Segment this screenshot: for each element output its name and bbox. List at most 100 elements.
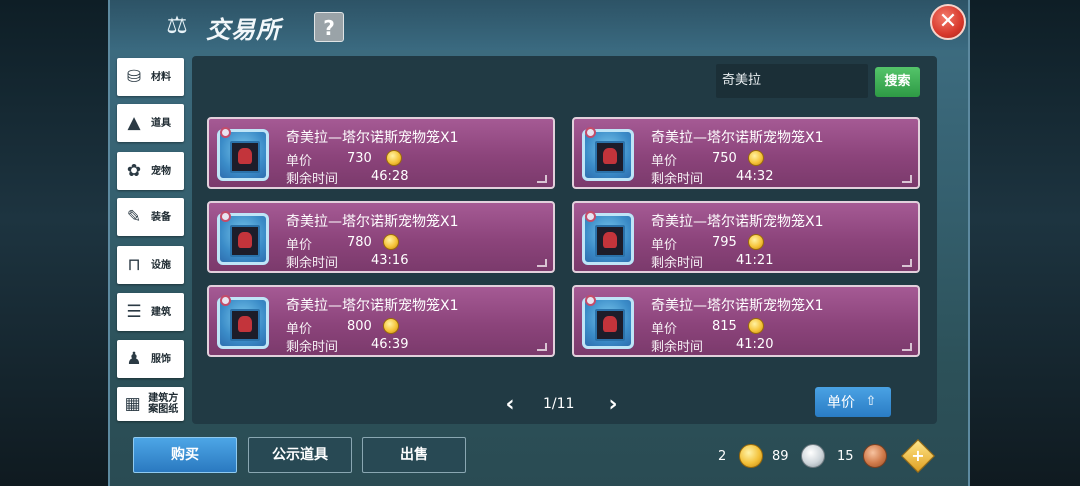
listing-time: 41:20 [736,337,774,352]
facility-icon: ⊓ [127,255,141,275]
category-pets[interactable]: ✿ 宠物 [117,152,184,190]
corner-icon [902,259,912,267]
category-buildings[interactable]: ☰ 建筑 [117,293,184,331]
price-label: 单价 [651,322,678,337]
gold-coin-icon [739,444,763,468]
listing-price: 780 [347,235,372,250]
prev-page-button[interactable]: ‹ [502,394,518,416]
badge-icon [220,211,231,222]
listing-name: 奇美拉—塔尔诺斯宠物笼X1 [651,214,824,230]
badge-icon [585,295,596,306]
search-button[interactable]: 搜索 [875,67,920,97]
silver-coin-icon [801,444,825,468]
corner-icon [902,175,912,183]
category-clothing[interactable]: ♟ 服饰 [117,340,184,378]
listing-time: 46:39 [371,337,409,352]
item-icon: ▲ [127,113,141,133]
bronze-count: 15 [837,449,854,464]
category-label: 设施 [151,259,171,271]
silver-count: 89 [772,449,789,464]
category-blueprints[interactable]: ▦ 建筑方案图纸 [117,387,184,421]
bronze-coin-icon [863,444,887,468]
listing-card[interactable]: 奇美拉—塔尔诺斯宠物笼X1 单价 800 剩余时间 46:39 [207,285,555,357]
page-title: 交易所 [206,16,281,44]
listing-card[interactable]: 奇美拉—塔尔诺斯宠物笼X1 单价 815 剩余时间 41:20 [572,285,920,357]
gold-count: 2 [718,449,727,464]
listing-price: 795 [712,235,737,250]
sort-label: 单价 [827,395,855,411]
listing-price: 730 [347,151,372,166]
listing-card[interactable]: 奇美拉—塔尔诺斯宠物笼X1 单价 795 剩余时间 41:21 [572,201,920,273]
blueprint-icon: ▦ [124,394,141,414]
listing-name: 奇美拉—塔尔诺斯宠物笼X1 [651,298,824,314]
page-indicator: 1/11 [543,396,575,412]
listing-time: 46:28 [371,169,409,184]
listing-price: 815 [712,319,737,334]
price-label: 单价 [286,322,313,337]
search-input[interactable]: 奇美拉 [716,64,868,98]
corner-icon [537,175,547,183]
gold-coin-icon [748,318,764,334]
category-materials[interactable]: ⛁ 材料 [117,58,184,96]
listing-time: 43:16 [371,253,409,268]
tab-sell[interactable]: 出售 [362,437,466,473]
listing-price: 800 [347,319,372,334]
sort-by-price-button[interactable]: 单价 ⇧ [815,387,891,417]
price-label: 单价 [286,154,313,169]
badge-icon [220,127,231,138]
listing-name: 奇美拉—塔尔诺斯宠物笼X1 [286,130,459,146]
listing-time: 44:32 [736,169,774,184]
time-label: 剩余时间 [651,340,704,355]
badge-icon [220,295,231,306]
badge-icon [585,211,596,222]
equipment-icon: ✎ [126,207,142,227]
listing-card[interactable]: 奇美拉—塔尔诺斯宠物笼X1 单价 780 剩余时间 43:16 [207,201,555,273]
tab-public-items[interactable]: 公示道具 [248,437,352,473]
scales-icon: ⚖ [166,11,188,39]
next-page-button[interactable]: › [605,394,621,416]
plus-icon: + [911,446,925,465]
price-label: 单价 [286,238,313,253]
category-label: 服饰 [151,353,171,365]
category-label: 材料 [151,71,171,83]
corner-icon [537,259,547,267]
gold-coin-icon [748,234,764,250]
help-button[interactable]: ? [314,12,344,42]
listing-price: 750 [712,151,737,166]
gold-coin-icon [383,234,399,250]
price-label: 单价 [651,238,678,253]
category-label: 装备 [151,211,171,223]
category-label: 道具 [151,117,171,129]
tab-buy[interactable]: 购买 [133,437,237,473]
clothing-icon: ♟ [126,349,142,369]
gold-coin-icon [383,318,399,334]
time-label: 剩余时间 [286,340,339,355]
category-items[interactable]: ▲ 道具 [117,104,184,142]
background-right [968,0,1080,486]
close-button[interactable]: ✕ [930,4,966,40]
time-label: 剩余时间 [651,256,704,271]
gold-coin-icon [748,150,764,166]
category-equipment[interactable]: ✎ 装备 [117,198,184,236]
time-label: 剩余时间 [286,172,339,187]
category-label: 建筑 [151,306,171,318]
price-label: 单价 [651,154,678,169]
listing-time: 41:21 [736,253,774,268]
corner-icon [902,343,912,351]
listing-card[interactable]: 奇美拉—塔尔诺斯宠物笼X1 单价 730 剩余时间 46:28 [207,117,555,189]
listing-name: 奇美拉—塔尔诺斯宠物笼X1 [286,214,459,230]
listing-card[interactable]: 奇美拉—塔尔诺斯宠物笼X1 单价 750 剩余时间 44:32 [572,117,920,189]
paw-icon: ✿ [126,161,142,181]
category-label: 宠物 [151,165,171,177]
gold-coin-icon [386,150,402,166]
building-icon: ☰ [126,302,142,322]
background-left [0,0,110,486]
time-label: 剩余时间 [286,256,339,271]
corner-icon [537,343,547,351]
listing-name: 奇美拉—塔尔诺斯宠物笼X1 [651,130,824,146]
listing-name: 奇美拉—塔尔诺斯宠物笼X1 [286,298,459,314]
sort-arrow-icon: ⇧ [865,394,877,409]
badge-icon [585,127,596,138]
category-facilities[interactable]: ⊓ 设施 [117,246,184,284]
time-label: 剩余时间 [651,172,704,187]
